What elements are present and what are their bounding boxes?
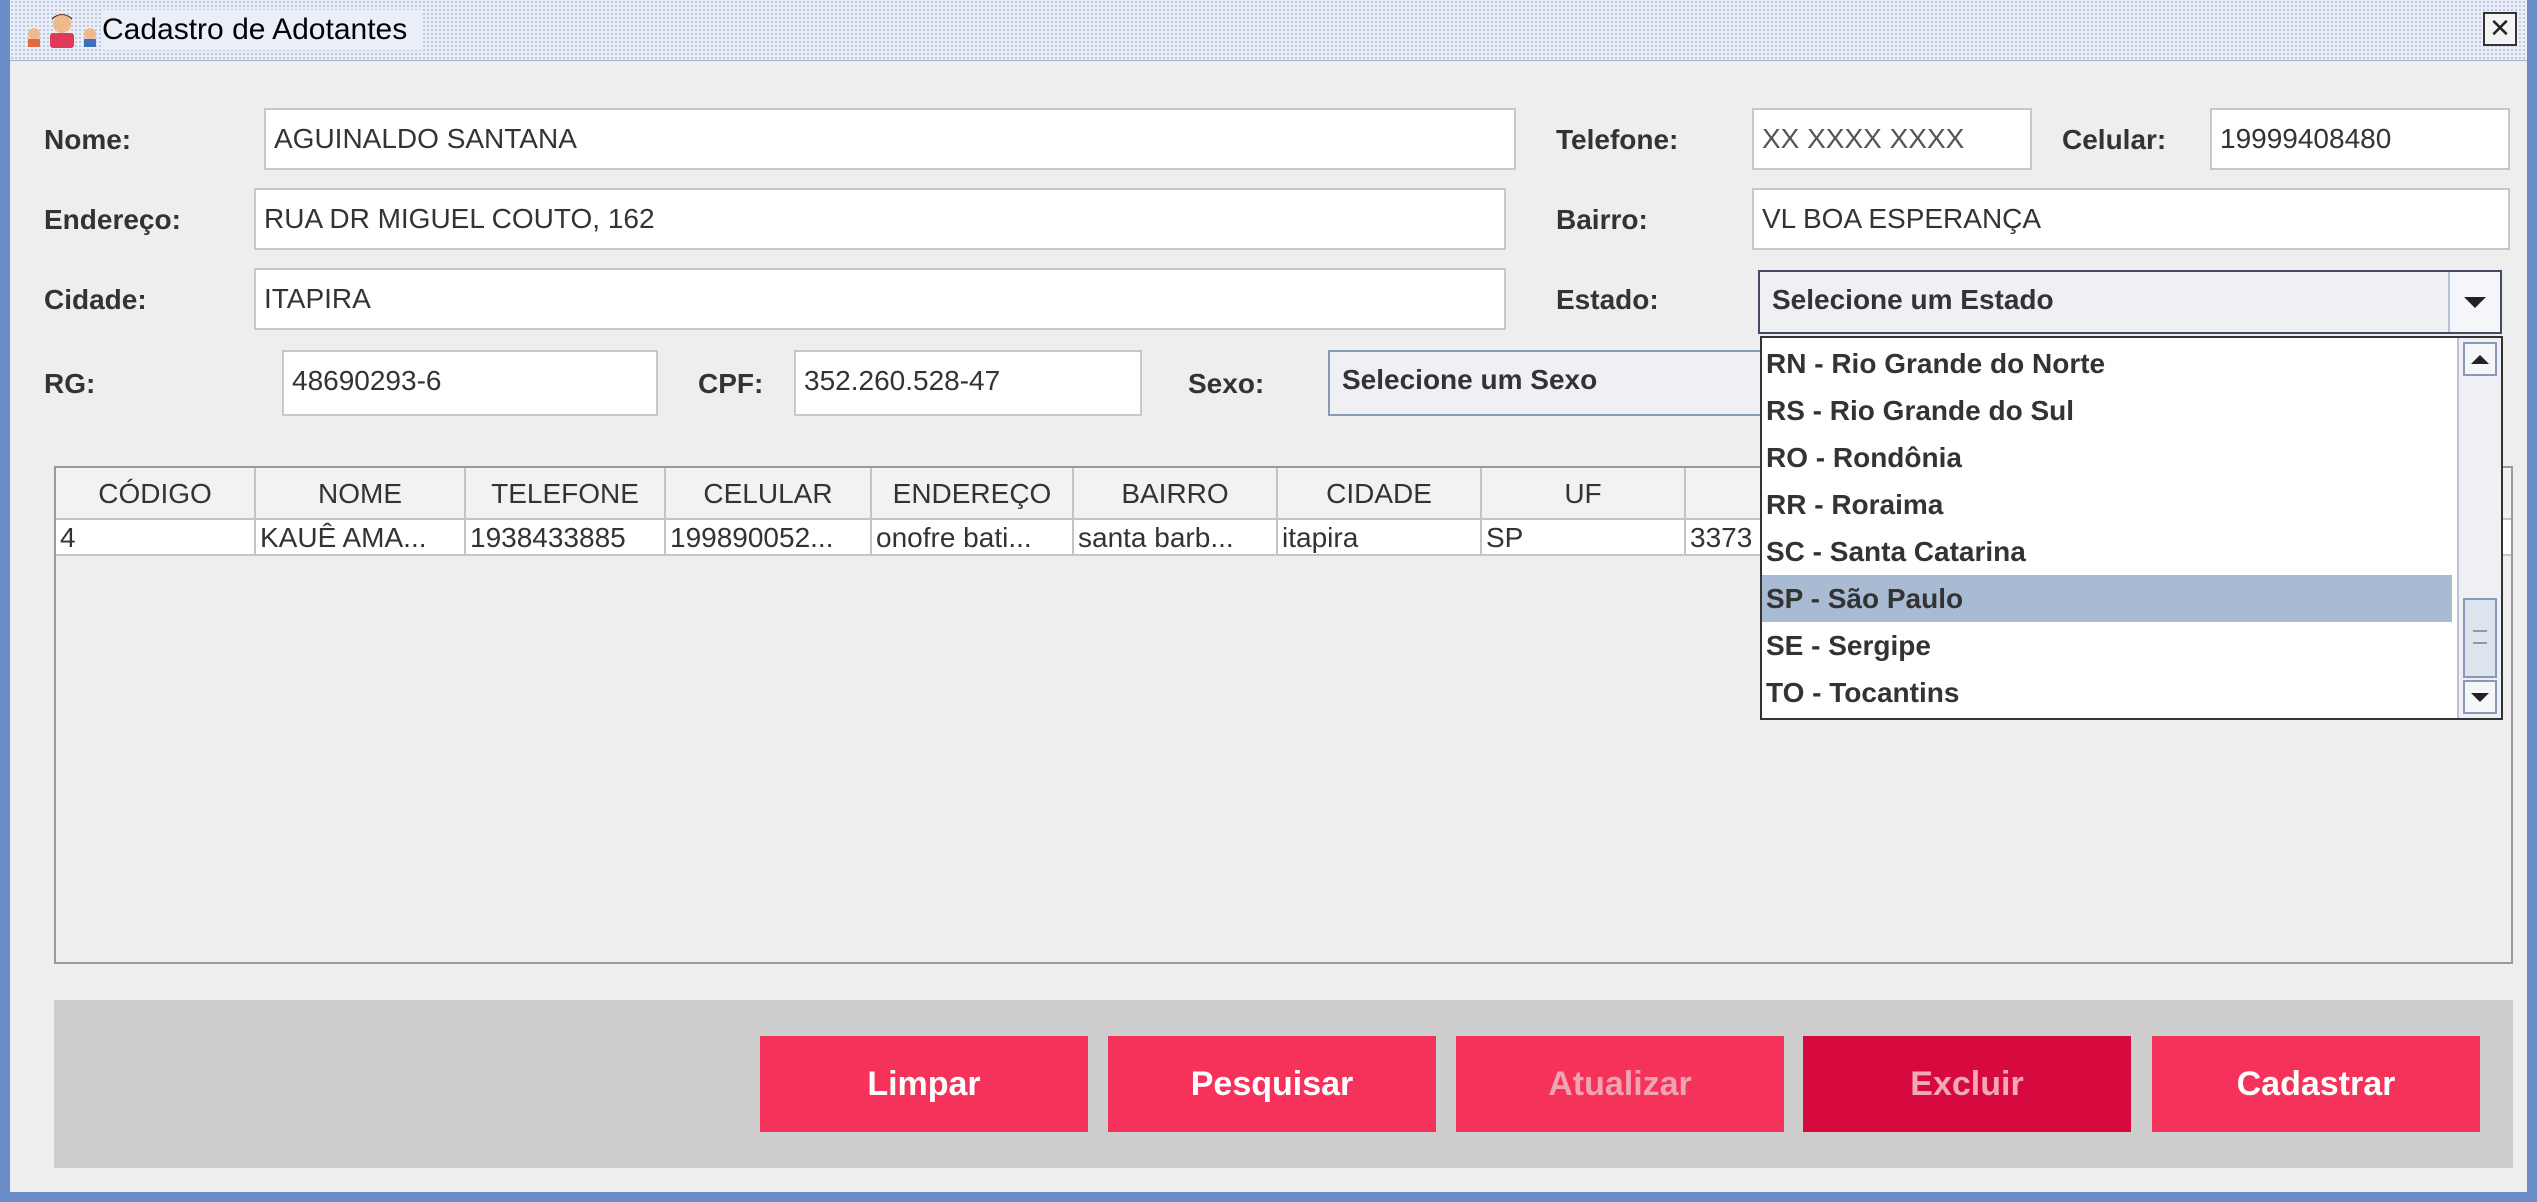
limpar-button[interactable]: Limpar: [760, 1036, 1088, 1132]
bairro-field[interactable]: VL BOA ESPERANÇA: [1752, 188, 2510, 250]
list-item-selected[interactable]: SP - São Paulo: [1762, 575, 2452, 622]
estado-select-value: Selecione um Estado: [1772, 284, 2054, 315]
nome-field[interactable]: AGUINALDO SANTANA: [264, 108, 1516, 170]
table-cell[interactable]: 1938433885: [466, 520, 666, 556]
col-header-celular[interactable]: CELULAR: [666, 468, 872, 520]
estado-select[interactable]: Selecione um Estado: [1758, 270, 2502, 334]
nome-label: Nome:: [44, 124, 132, 155]
adotantes-window: Cadastro de Adotantes ✕ Nome: AGUINALDO …: [0, 0, 2537, 1202]
bairro-label: Bairro:: [1556, 204, 1648, 235]
cpf-field[interactable]: 352.260.528-47: [794, 350, 1142, 416]
col-header-uf[interactable]: UF: [1482, 468, 1686, 520]
list-item[interactable]: RR - Roraima: [1762, 481, 2452, 528]
col-header-endereco[interactable]: ENDEREÇO: [872, 468, 1074, 520]
pesquisar-button[interactable]: Pesquisar: [1108, 1036, 1436, 1132]
scroll-down-icon[interactable]: [2463, 680, 2497, 714]
atualizar-button[interactable]: Atualizar: [1456, 1036, 1784, 1132]
title-bar[interactable]: Cadastro de Adotantes ✕: [10, 0, 2527, 61]
list-item[interactable]: SE - Sergipe: [1762, 622, 2452, 669]
endereco-field[interactable]: RUA DR MIGUEL COUTO, 162: [254, 188, 1506, 250]
sexo-select-value: Selecione um Sexo: [1342, 364, 1598, 395]
cpf-label: CPF:: [698, 368, 764, 399]
estado-label: Estado:: [1556, 284, 1659, 315]
window-title: Cadastro de Adotantes: [102, 10, 422, 50]
table-cell[interactable]: 4: [56, 520, 256, 556]
table-cell[interactable]: onofre bati...: [872, 520, 1074, 556]
table-cell[interactable]: KAUÊ AMA...: [256, 520, 466, 556]
dropdown-scrollbar[interactable]: [2457, 338, 2501, 718]
col-header-bairro[interactable]: BAIRRO: [1074, 468, 1278, 520]
cadastrar-button[interactable]: Cadastrar: [2152, 1036, 2480, 1132]
sexo-select[interactable]: Selecione um Sexo: [1328, 350, 1798, 416]
excluir-button[interactable]: Excluir: [1803, 1036, 2131, 1132]
telefone-field[interactable]: XX XXXX XXXX: [1752, 108, 2032, 170]
col-header-codigo[interactable]: CÓDIGO: [56, 468, 256, 520]
rg-field[interactable]: 48690293-6: [282, 350, 658, 416]
cidade-label: Cidade:: [44, 284, 147, 315]
celular-field[interactable]: 19999408480: [2210, 108, 2510, 170]
scroll-thumb[interactable]: [2463, 598, 2497, 678]
list-item[interactable]: SC - Santa Catarina: [1762, 528, 2452, 575]
table-cell[interactable]: 199890052...: [666, 520, 872, 556]
chevron-down-icon[interactable]: [2448, 272, 2500, 332]
col-header-telefone[interactable]: TELEFONE: [466, 468, 666, 520]
close-icon[interactable]: ✕: [2483, 12, 2517, 46]
list-item[interactable]: TO - Tocantins: [1762, 669, 2452, 716]
list-item[interactable]: RS - Rio Grande do Sul: [1762, 387, 2452, 434]
endereco-label: Endereço:: [44, 204, 181, 235]
list-item[interactable]: RO - Rondônia: [1762, 434, 2452, 481]
sexo-label: Sexo:: [1188, 368, 1265, 399]
table-cell[interactable]: itapira: [1278, 520, 1482, 556]
telefone-label: Telefone:: [1556, 124, 1679, 155]
col-header-cidade[interactable]: CIDADE: [1278, 468, 1482, 520]
rg-label: RG:: [44, 368, 96, 399]
people-icon: [28, 14, 96, 48]
cidade-field[interactable]: ITAPIRA: [254, 268, 1506, 330]
table-cell[interactable]: SP: [1482, 520, 1686, 556]
table-cell[interactable]: santa barb...: [1074, 520, 1278, 556]
estado-dropdown-list[interactable]: RN - Rio Grande do Norte RS - Rio Grande…: [1760, 336, 2503, 720]
col-header-nome[interactable]: NOME: [256, 468, 466, 520]
scroll-up-icon[interactable]: [2463, 342, 2497, 376]
list-item[interactable]: RN - Rio Grande do Norte: [1762, 340, 2452, 387]
celular-label: Celular:: [2062, 124, 2167, 155]
